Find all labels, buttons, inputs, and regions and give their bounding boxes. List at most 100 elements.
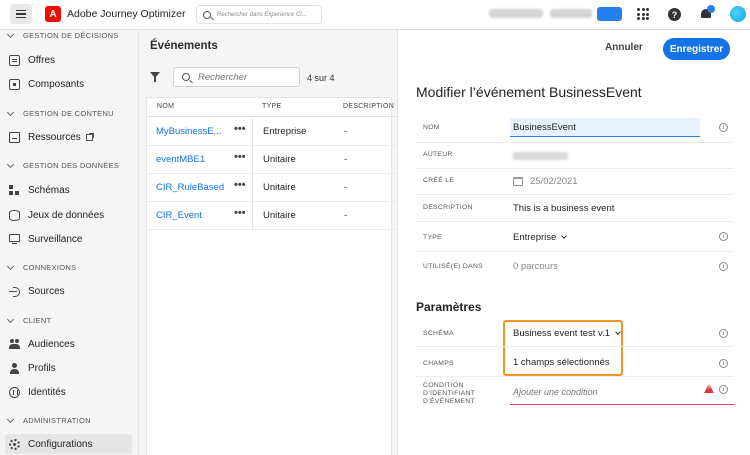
offers-icon bbox=[9, 54, 20, 66]
help-icon[interactable]: ? bbox=[668, 8, 681, 21]
menu-icon[interactable] bbox=[10, 4, 32, 24]
warning-icon bbox=[704, 384, 714, 393]
more-actions-icon[interactable]: ••• bbox=[234, 179, 246, 191]
events-search-input[interactable]: Rechercher bbox=[173, 67, 300, 87]
info-icon[interactable]: i bbox=[719, 262, 728, 271]
global-search-placeholder: Rechercher dans Experience Cl... bbox=[217, 11, 307, 18]
components-icon bbox=[9, 78, 20, 90]
notifications-bell-icon[interactable] bbox=[700, 5, 715, 20]
sidebar-section-data[interactable]: GESTION DES DONNÉES bbox=[6, 160, 119, 170]
event-type: Entreprise bbox=[263, 126, 307, 137]
settings-icon bbox=[9, 438, 20, 450]
table-row[interactable]: eventMBE1 ••• Unitaire - bbox=[146, 146, 397, 174]
created-value: 25/02/2021 bbox=[530, 176, 578, 187]
chevron-down-icon bbox=[6, 108, 15, 116]
schema-dropdown[interactable]: Business event test v.1 bbox=[513, 328, 621, 339]
sidebar-item-configurations[interactable]: Configurations bbox=[5, 434, 132, 454]
used-in-value: 0 parcours bbox=[513, 261, 558, 272]
sidebar-item-sources[interactable]: Sources bbox=[5, 281, 132, 301]
sources-icon bbox=[9, 286, 20, 297]
search-icon bbox=[182, 73, 190, 81]
sidebar-item-schemas[interactable]: Schémas bbox=[5, 180, 132, 200]
org-switcher[interactable] bbox=[489, 9, 543, 18]
sidebar-item-identites[interactable]: Identités bbox=[5, 382, 132, 402]
field-divider bbox=[416, 346, 734, 347]
sidebar-section-client[interactable]: CLIENT bbox=[6, 315, 51, 325]
column-divider bbox=[252, 174, 253, 202]
description-label: DESCRIPTION bbox=[423, 204, 473, 211]
sidebar-item-offres[interactable]: Offres bbox=[5, 50, 132, 70]
column-header-description[interactable]: DESCRIPTION bbox=[343, 103, 394, 110]
user-avatar[interactable] bbox=[730, 6, 746, 22]
table-header-divider bbox=[146, 116, 397, 117]
top-bar: A Adobe Journey Optimizer Rechercher dan… bbox=[0, 0, 750, 30]
sidebar-item-composants[interactable]: Composants bbox=[5, 74, 132, 94]
type-dropdown[interactable]: Entreprise bbox=[513, 232, 568, 243]
filter-icon[interactable] bbox=[150, 72, 160, 82]
sidebar-section-content[interactable]: GESTION DE CONTENU bbox=[6, 108, 114, 118]
author-value bbox=[513, 152, 568, 160]
event-name-link[interactable]: MyBusinessE... bbox=[156, 126, 221, 137]
parameters-title: Paramètres bbox=[416, 300, 482, 314]
table-row[interactable]: CIR_RuleBased ••• Unitaire - bbox=[146, 174, 397, 202]
cancel-button[interactable]: Annuler bbox=[605, 42, 643, 53]
chevron-down-icon bbox=[6, 30, 15, 38]
fields-selector[interactable]: 1 champs sélectionnés bbox=[513, 357, 610, 368]
field-divider bbox=[416, 168, 734, 169]
column-header-name[interactable]: NOM bbox=[157, 103, 174, 110]
event-description: - bbox=[344, 182, 348, 193]
external-link-icon bbox=[85, 132, 94, 141]
condition-input[interactable]: Ajouter une condition bbox=[510, 380, 735, 405]
event-name-link[interactable]: eventMBE1 bbox=[156, 154, 205, 165]
column-header-type[interactable]: TYPE bbox=[262, 103, 281, 110]
field-divider bbox=[416, 194, 734, 195]
sidebar-item-profils[interactable]: Profils bbox=[5, 358, 132, 378]
event-description: - bbox=[344, 154, 348, 165]
global-search-input[interactable]: Rechercher dans Experience Cl... bbox=[196, 5, 322, 24]
sidebar-section-admin[interactable]: ADMINISTRATION bbox=[6, 415, 91, 425]
event-name-link[interactable]: CIR_RuleBased bbox=[156, 182, 224, 193]
description-value[interactable]: This is a business event bbox=[513, 203, 614, 214]
chevron-down-icon bbox=[6, 315, 15, 323]
event-type: Unitaire bbox=[263, 210, 296, 221]
chevron-down-icon bbox=[6, 262, 15, 270]
apps-grid-icon[interactable] bbox=[637, 8, 649, 20]
sidebar-item-datasets[interactable]: Jeux de données bbox=[5, 205, 132, 225]
sidebar-item-audiences[interactable]: Audiences bbox=[5, 334, 132, 354]
info-icon[interactable]: i bbox=[719, 232, 728, 241]
event-name-link[interactable]: CIR_Event bbox=[156, 210, 202, 221]
info-icon[interactable]: i bbox=[719, 385, 728, 394]
panel-title: Modifier l’événement BusinessEvent bbox=[416, 84, 642, 100]
field-divider bbox=[416, 142, 734, 143]
column-divider bbox=[252, 146, 253, 174]
info-icon[interactable]: i bbox=[719, 359, 728, 368]
events-search-placeholder: Rechercher bbox=[198, 71, 248, 83]
events-title: Événements bbox=[150, 40, 218, 52]
more-actions-icon[interactable]: ••• bbox=[234, 207, 246, 219]
sidebar-section-connections[interactable]: CONNEXIONS bbox=[6, 262, 76, 272]
more-actions-icon[interactable]: ••• bbox=[234, 123, 246, 135]
identity-icon bbox=[9, 386, 20, 398]
field-divider bbox=[416, 376, 734, 377]
schema-icon bbox=[9, 184, 20, 196]
info-icon[interactable]: i bbox=[719, 329, 728, 338]
chevron-down-icon bbox=[6, 415, 15, 423]
sandbox-switcher[interactable] bbox=[550, 9, 592, 18]
name-input[interactable]: BusinessEvent bbox=[510, 118, 700, 137]
table-row[interactable]: MyBusinessE... ••• Entreprise - bbox=[146, 118, 397, 146]
event-type: Unitaire bbox=[263, 182, 296, 193]
app-title[interactable]: Adobe Journey Optimizer bbox=[67, 8, 185, 20]
created-label: CRÉÉ LE bbox=[423, 177, 455, 184]
sidebar-item-ressources[interactable]: Ressources bbox=[5, 127, 132, 147]
audiences-icon bbox=[9, 338, 20, 350]
monitor-icon bbox=[9, 234, 20, 245]
environment-badge[interactable] bbox=[597, 7, 622, 21]
sidebar-item-surveillance[interactable]: Surveillance bbox=[5, 229, 132, 249]
save-button[interactable]: Enregistrer bbox=[663, 38, 730, 60]
info-icon[interactable]: i bbox=[719, 123, 728, 132]
sidebar-section-decisions[interactable]: GESTION DE DÉCISIONS bbox=[6, 30, 119, 40]
fields-label: CHAMPS bbox=[423, 360, 454, 367]
more-actions-icon[interactable]: ••• bbox=[234, 151, 246, 163]
table-row[interactable]: CIR_Event ••• Unitaire - bbox=[146, 202, 397, 230]
type-value: Entreprise bbox=[513, 232, 557, 243]
